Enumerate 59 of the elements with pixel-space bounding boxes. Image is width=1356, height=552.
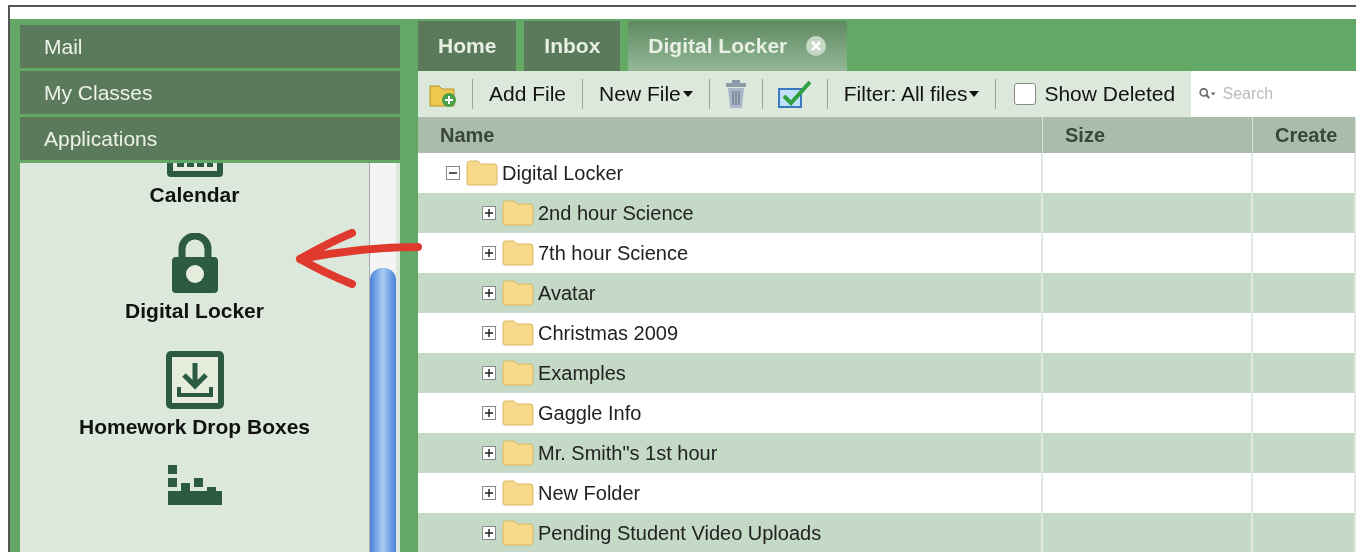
folder-name[interactable]: Mr. Smith"s 1st hour [538, 441, 718, 465]
app-label[interactable]: Calendar [149, 183, 240, 207]
search-icon [1191, 71, 1219, 117]
folder-icon [502, 320, 534, 346]
tab[interactable]: Inbox [524, 21, 621, 71]
expand-icon[interactable] [482, 206, 496, 220]
accordion-header[interactable]: My Classes [20, 71, 400, 117]
folder-name[interactable]: 7th hour Science [538, 241, 689, 265]
folder-name[interactable]: Avatar [538, 281, 596, 305]
close-icon[interactable] [805, 35, 828, 57]
folder-icon [502, 480, 534, 506]
caret-icon [682, 91, 693, 97]
folder-name[interactable]: 2nd hour Science [538, 201, 694, 225]
checkbox[interactable] [1014, 83, 1037, 105]
trash-icon[interactable] [723, 79, 748, 109]
expand-icon[interactable] [482, 486, 496, 500]
tab[interactable]: Home [418, 21, 517, 71]
accordion-header[interactable]: Mail [20, 25, 400, 71]
app-label[interactable]: Homework Drop Boxes [78, 415, 311, 439]
collapse-icon[interactable] [446, 166, 460, 180]
menu-button[interactable]: New File [597, 82, 695, 106]
expand-icon[interactable] [482, 526, 496, 540]
tab-label[interactable]: Inbox [544, 34, 601, 58]
folder-name[interactable]: Digital Locker [502, 161, 624, 185]
expand-icon[interactable] [482, 326, 496, 340]
tab-label[interactable]: Home [438, 34, 497, 58]
folder-name[interactable]: Gaggle Info [538, 401, 642, 425]
search-field[interactable]: Search [1218, 71, 1356, 117]
column-header[interactable]: Create [1253, 117, 1356, 153]
expand-icon[interactable] [482, 366, 496, 380]
checkbox-label[interactable]: Show Deleted [1044, 82, 1176, 106]
column-header[interactable]: Size [1043, 117, 1253, 153]
folder-icon [502, 280, 534, 306]
folder-icon [502, 360, 534, 386]
pixel-icon[interactable] [167, 465, 222, 505]
expand-icon[interactable] [482, 246, 496, 260]
folder-icon [502, 400, 534, 426]
folder-icon [466, 160, 498, 186]
scrollbar[interactable] [369, 163, 396, 552]
expand-icon[interactable] [482, 406, 496, 420]
folder-icon [502, 520, 534, 546]
accordion-header[interactable]: Applications [20, 117, 400, 163]
lock-icon[interactable] [169, 233, 220, 295]
menu-button[interactable]: Filter: All files [841, 82, 982, 106]
folder-icon [502, 200, 534, 226]
folder-icon [502, 240, 534, 266]
add-file-button[interactable]: Add File [487, 82, 569, 106]
folder-name[interactable]: Examples [538, 361, 626, 385]
folder-name[interactable]: Pending Student Video Uploads [538, 521, 822, 545]
folder-name[interactable]: New Folder [538, 481, 641, 505]
expand-icon[interactable] [482, 286, 496, 300]
expand-icon[interactable] [482, 446, 496, 460]
folder-name[interactable]: Christmas 2009 [538, 321, 679, 345]
checked-box-icon[interactable] [776, 79, 813, 109]
folder-icon [502, 440, 534, 466]
app-label[interactable]: Digital Locker [125, 299, 264, 323]
caret-icon [969, 91, 980, 97]
column-header[interactable]: Name [418, 117, 1043, 153]
download-box-icon[interactable] [163, 349, 226, 411]
